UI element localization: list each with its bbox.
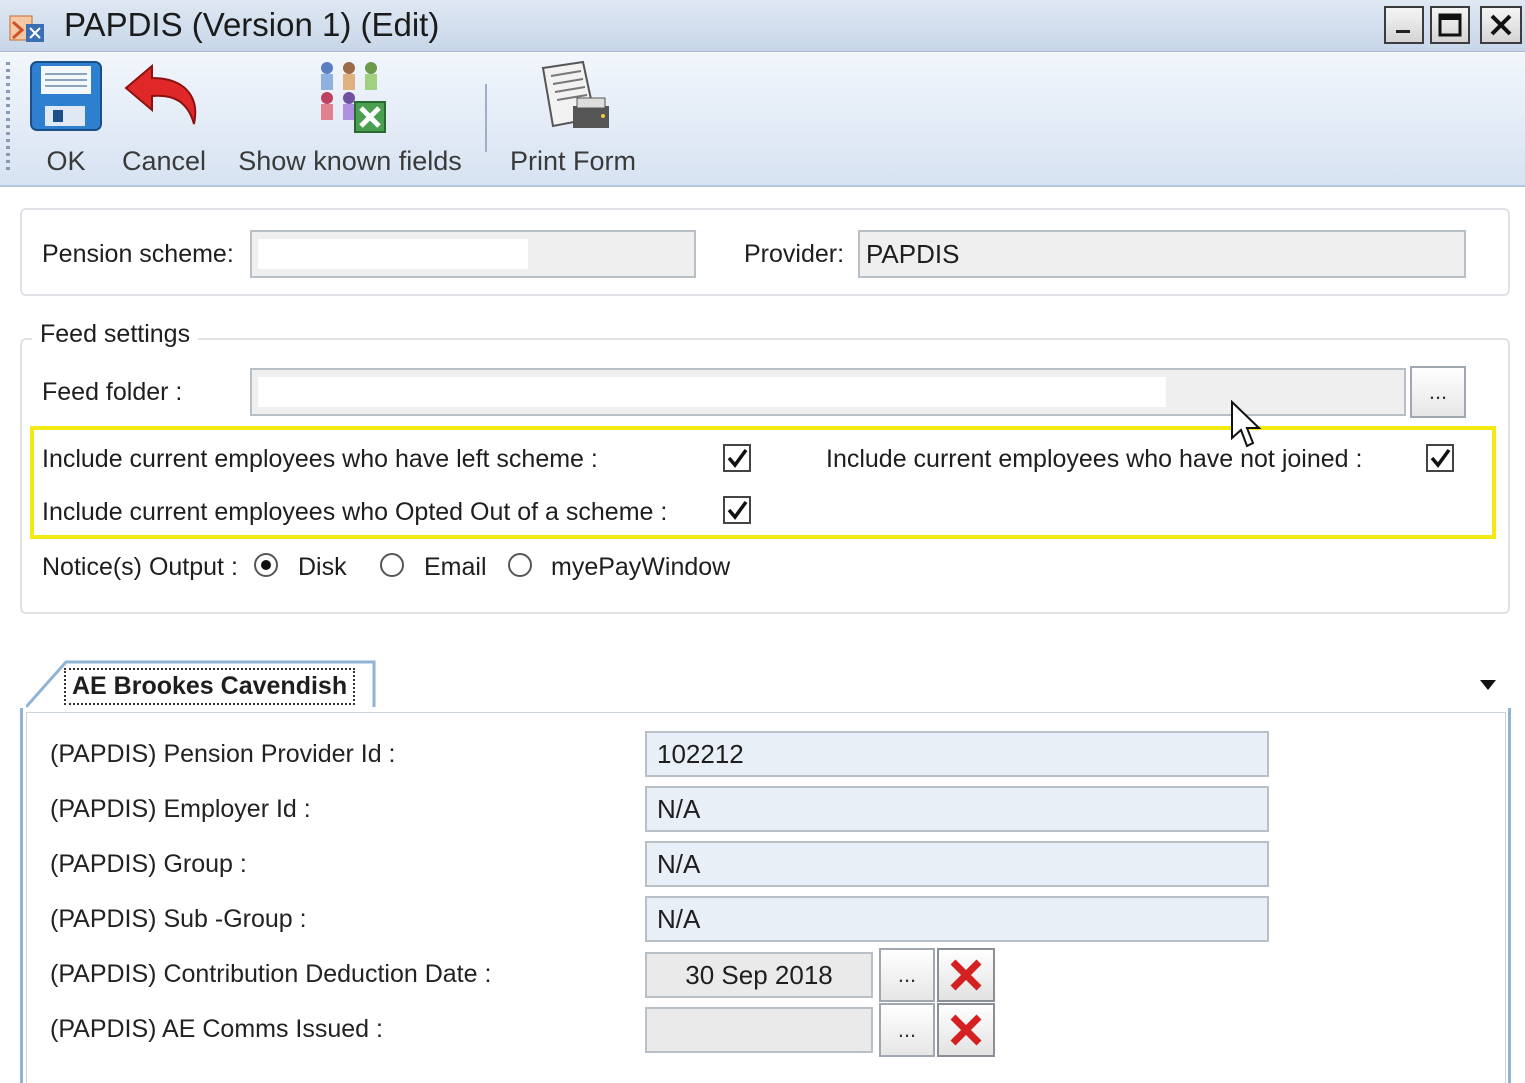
contribution-date-clear-button[interactable]	[937, 948, 995, 1002]
provider-id-label: (PAPDIS) Pension Provider Id :	[50, 740, 396, 768]
sub-group-label: (PAPDIS) Sub -Group :	[50, 905, 307, 933]
provider-value: PAPDIS	[866, 238, 960, 269]
tab-caption[interactable]: AE Brookes Cavendish	[64, 668, 356, 705]
show-fields-label: Show known fields	[238, 146, 462, 176]
toolbar	[0, 53, 1525, 187]
mouse-cursor-icon	[1231, 400, 1262, 448]
print-form-button[interactable]: Print Form	[506, 58, 640, 183]
redacted-value	[258, 239, 528, 269]
contribution-date-browse-button[interactable]: ...	[879, 948, 935, 1002]
notice-email-radio[interactable]	[380, 553, 404, 577]
tab-dropdown-arrow-icon[interactable]	[1480, 680, 1496, 690]
cancel-button[interactable]: Cancel	[118, 58, 210, 183]
provider-label: Provider:	[744, 240, 845, 268]
radio-selected-dot	[261, 560, 271, 570]
toolbar-separator	[485, 84, 487, 152]
not-joined-label: Include current employees who have not j…	[826, 445, 1363, 473]
close-button[interactable]	[1480, 6, 1522, 44]
feed-settings-title: Feed settings	[32, 320, 199, 349]
contribution-date-label: (PAPDIS) Contribution Deduction Date :	[50, 960, 492, 988]
group-label: (PAPDIS) Group :	[50, 850, 247, 878]
show-known-fields-button[interactable]: Show known fields	[232, 58, 468, 183]
feed-folder-browse-button[interactable]: ...	[1410, 366, 1466, 418]
checkmark-icon	[727, 500, 748, 520]
save-icon	[30, 61, 102, 131]
people-fields-icon	[321, 62, 386, 133]
cancel-label: Cancel	[121, 146, 207, 176]
toolbar-grip[interactable]	[6, 62, 10, 172]
provider-field[interactable]: PAPDIS	[858, 230, 1466, 278]
checkmark-icon	[1430, 448, 1451, 468]
red-x-icon	[950, 959, 982, 991]
ok-button[interactable]: OK	[22, 58, 110, 183]
left-scheme-checkbox[interactable]	[723, 444, 751, 472]
comms-issued-label: (PAPDIS) AE Comms Issued :	[50, 1015, 383, 1043]
group-field[interactable]: N/A	[645, 841, 1269, 887]
checkmark-icon	[727, 448, 748, 468]
left-scheme-label: Include current employees who have left …	[42, 445, 598, 473]
pension-scheme-field[interactable]	[250, 230, 696, 278]
notice-myepaywindow-radio[interactable]	[508, 553, 532, 577]
notice-email-label: Email	[424, 553, 487, 581]
maximize-button[interactable]	[1430, 6, 1470, 44]
opted-out-label: Include current employees who Opted Out …	[42, 498, 668, 526]
notice-output-label: Notice(s) Output :	[42, 553, 238, 581]
window-title: PAPDIS (Version 1) (Edit)	[64, 6, 440, 43]
print-form-icon	[541, 60, 609, 128]
employer-id-label: (PAPDIS) Employer Id :	[50, 795, 311, 823]
ok-label: OK	[46, 146, 86, 176]
provider-id-field[interactable]: 102212	[645, 731, 1269, 777]
pension-scheme-label: Pension scheme:	[42, 240, 234, 268]
comms-issued-field[interactable]	[645, 1007, 873, 1053]
contribution-date-field[interactable]: 30 Sep 2018	[645, 952, 873, 998]
comms-issued-clear-button[interactable]	[937, 1003, 995, 1057]
red-x-icon	[950, 1014, 982, 1046]
notice-disk-radio[interactable]	[254, 553, 278, 577]
notice-myepaywindow-label: myePayWindow	[551, 553, 731, 581]
comms-issued-browse-button[interactable]: ...	[879, 1003, 935, 1057]
undo-arrow-icon	[124, 63, 197, 125]
sub-group-field[interactable]: N/A	[645, 896, 1269, 942]
notice-disk-label: Disk	[298, 553, 347, 581]
opted-out-checkbox[interactable]	[723, 496, 751, 524]
print-form-label: Print Form	[509, 146, 636, 176]
feed-folder-label: Feed folder :	[42, 378, 183, 406]
redacted-value	[258, 377, 1166, 407]
minimize-button[interactable]	[1384, 6, 1424, 44]
employer-id-field[interactable]: N/A	[645, 786, 1269, 832]
app-icon	[8, 10, 46, 44]
not-joined-checkbox[interactable]	[1426, 444, 1454, 472]
